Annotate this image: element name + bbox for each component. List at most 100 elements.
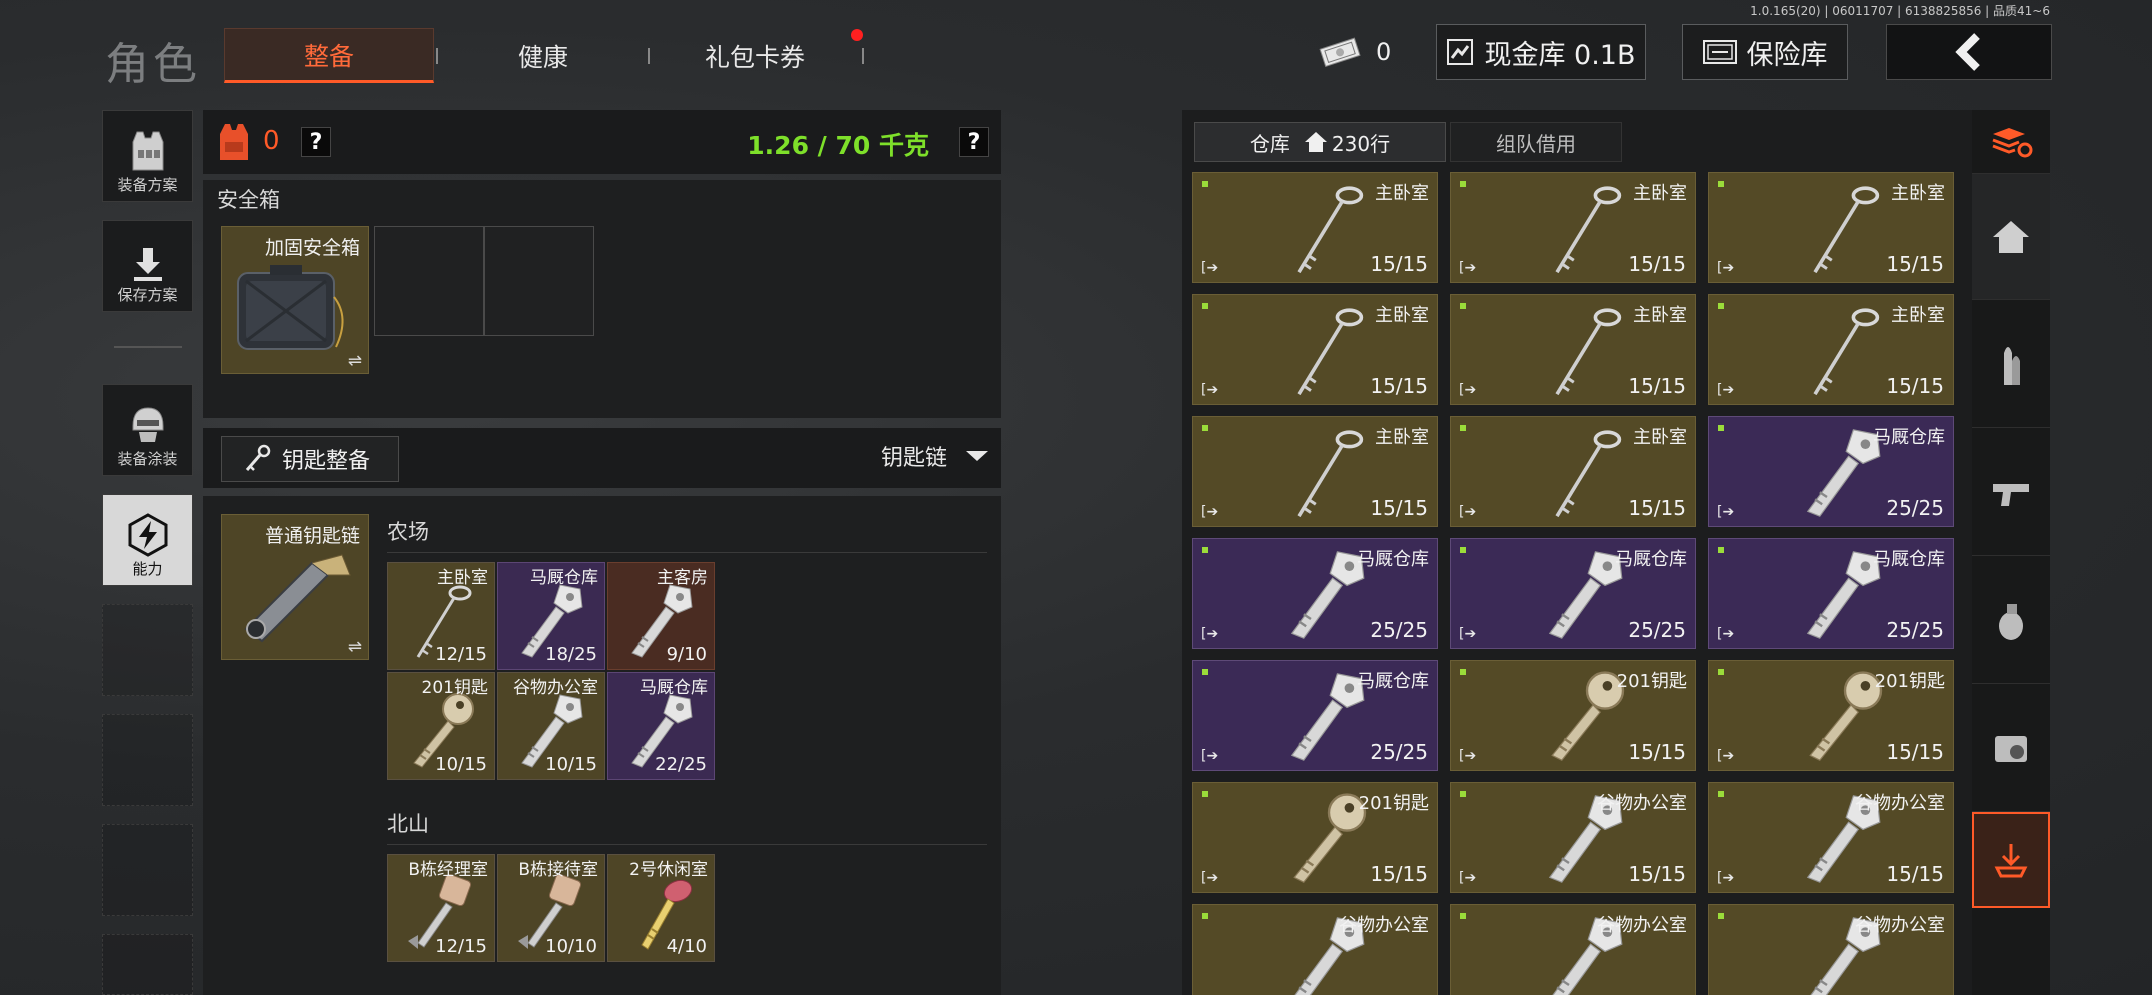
move-to-loadout-icon[interactable]: [➔ xyxy=(1717,504,1734,520)
move-to-loadout-icon[interactable]: [➔ xyxy=(1201,260,1218,276)
nav-abilities[interactable]: 能力 xyxy=(102,494,193,586)
warehouse-item[interactable]: 谷物办公室 xyxy=(1708,904,1954,995)
move-to-loadout-icon[interactable]: [➔ xyxy=(1717,260,1734,276)
key-loadout-button[interactable]: 钥匙整备 xyxy=(221,436,399,482)
warehouse-item[interactable]: 201钥匙 15/15 [➔ xyxy=(1708,660,1954,771)
new-indicator xyxy=(1202,181,1208,187)
key-icon xyxy=(1555,186,1622,274)
key-name: B栋经理室 xyxy=(408,860,488,880)
filter-all-button[interactable] xyxy=(1972,174,2050,300)
tab-gift-cards-label: 礼包卡券 xyxy=(704,42,805,72)
filter-ammo-button[interactable] xyxy=(1972,300,2050,428)
move-to-loadout-icon[interactable]: [➔ xyxy=(1717,870,1734,886)
nav-empty-slot xyxy=(102,824,193,916)
filter-throwables-button[interactable] xyxy=(1972,556,2050,684)
warehouse-item[interactable]: 马厩仓库 25/25 [➔ xyxy=(1708,538,1954,649)
empty-slot[interactable] xyxy=(374,226,484,336)
key-slot[interactable]: 2号休闲室 4/10 xyxy=(607,854,715,962)
filter-meds-button[interactable] xyxy=(1972,684,2050,812)
key-slot[interactable]: 马厩仓库 22/25 xyxy=(607,672,715,780)
safe-vault-button[interactable]: 保险库 xyxy=(1682,24,1848,80)
move-to-loadout-icon[interactable]: [➔ xyxy=(1459,260,1476,276)
key-icon xyxy=(1297,186,1364,274)
item-count: 15/15 xyxy=(1628,252,1686,276)
tab-storage[interactable]: 仓库 230行 xyxy=(1194,122,1446,162)
move-to-loadout-icon[interactable]: [➔ xyxy=(1459,504,1476,520)
key-group-title: 农场 xyxy=(387,520,429,544)
nav-equipment-skins[interactable]: 装备涂装 xyxy=(102,384,193,476)
tab-team-borrow[interactable]: 组队借用 xyxy=(1450,122,1622,162)
new-indicator xyxy=(1718,669,1724,675)
item-count: 15/15 xyxy=(1628,862,1686,886)
back-button[interactable] xyxy=(1886,24,2052,80)
swap-icon[interactable]: ⇌ xyxy=(348,637,362,657)
key-slot[interactable]: B栋经理室 12/15 xyxy=(387,854,495,962)
new-indicator xyxy=(1460,303,1466,309)
keychain-slot[interactable]: 普通钥匙链 ⇌ xyxy=(221,514,369,660)
warehouse-item[interactable]: 谷物办公室 xyxy=(1450,904,1696,995)
warehouse-item[interactable]: 主卧室 15/15 [➔ xyxy=(1450,294,1696,405)
warehouse-item[interactable]: 马厩仓库 25/25 [➔ xyxy=(1192,660,1438,771)
nav-save-plan[interactable]: 保存方案 xyxy=(102,220,193,312)
safebox-slot[interactable]: 加固安全箱 ⇌ xyxy=(221,226,369,374)
move-to-loadout-icon[interactable]: [➔ xyxy=(1201,748,1218,764)
key-slot[interactable]: 谷物办公室 10/15 xyxy=(497,672,605,780)
empty-slot[interactable] xyxy=(484,226,594,336)
warehouse-item[interactable]: 谷物办公室 15/15 [➔ xyxy=(1708,782,1954,893)
nav-loadout-plans[interactable]: 装备方案 xyxy=(102,110,193,202)
move-to-loadout-icon[interactable]: [➔ xyxy=(1717,626,1734,642)
move-to-loadout-icon[interactable]: [➔ xyxy=(1459,626,1476,642)
item-count: 15/15 xyxy=(1628,374,1686,398)
move-to-loadout-icon[interactable]: [➔ xyxy=(1459,870,1476,886)
move-to-loadout-icon[interactable]: [➔ xyxy=(1201,382,1218,398)
key-slot[interactable]: 主客房 9/10 xyxy=(607,562,715,670)
filter-keys-button[interactable] xyxy=(1972,812,2050,908)
key-slot[interactable]: 主卧室 12/15 xyxy=(387,562,495,670)
warehouse-item[interactable]: 主卧室 15/15 [➔ xyxy=(1450,172,1696,283)
key-icon xyxy=(1555,308,1622,396)
home-icon xyxy=(1304,132,1327,152)
safebox-section: 安全箱 加固安全箱 ⇌ xyxy=(203,180,1001,418)
warehouse-item[interactable]: 马厩仓库 25/25 [➔ xyxy=(1708,416,1954,527)
warehouse-item[interactable]: 主卧室 15/15 [➔ xyxy=(1708,172,1954,283)
key-name: 201钥匙 xyxy=(421,678,488,698)
move-to-loadout-icon[interactable]: [➔ xyxy=(1717,748,1734,764)
key-icon xyxy=(245,444,271,471)
cash-vault-label: 现金库 0.1B xyxy=(1484,39,1636,71)
meds-icon xyxy=(1995,735,2027,762)
weight-help-button[interactable]: ? xyxy=(959,127,989,157)
move-to-loadout-icon[interactable]: [➔ xyxy=(1201,626,1218,642)
warehouse-item[interactable]: 马厩仓库 25/25 [➔ xyxy=(1192,538,1438,649)
key-slot[interactable]: 201钥匙 10/15 xyxy=(387,672,495,780)
nav-label: 能力 xyxy=(132,560,163,578)
key-name: 马厩仓库 xyxy=(530,568,598,588)
warehouse-item[interactable]: 201钥匙 15/15 [➔ xyxy=(1192,782,1438,893)
key-slot[interactable]: B栋接待室 10/10 xyxy=(497,854,605,962)
warehouse-item[interactable]: 马厩仓库 25/25 [➔ xyxy=(1450,538,1696,649)
tab-gift-cards[interactable]: 礼包卡券 xyxy=(650,28,860,83)
tab-health[interactable]: 健康 xyxy=(438,28,648,83)
item-count: 25/25 xyxy=(1370,618,1428,642)
warehouse-item[interactable]: 谷物办公室 15/15 [➔ xyxy=(1450,782,1696,893)
warehouse-item[interactable]: 谷物办公室 xyxy=(1192,904,1438,995)
swap-icon[interactable]: ⇌ xyxy=(348,351,362,371)
filter-weapons-button[interactable] xyxy=(1972,428,2050,556)
move-to-loadout-icon[interactable]: [➔ xyxy=(1459,748,1476,764)
move-to-loadout-icon[interactable]: [➔ xyxy=(1201,504,1218,520)
sort-refresh-button[interactable] xyxy=(1972,110,2050,174)
warehouse-item[interactable]: 主卧室 15/15 [➔ xyxy=(1450,416,1696,527)
keychain-dropdown[interactable]: 钥匙链 xyxy=(881,440,989,472)
move-to-loadout-icon[interactable]: [➔ xyxy=(1717,382,1734,398)
warehouse-item[interactable]: 主卧室 15/15 [➔ xyxy=(1192,172,1438,283)
warehouse-item[interactable]: 201钥匙 15/15 [➔ xyxy=(1450,660,1696,771)
armor-help-button[interactable]: ? xyxy=(301,127,331,157)
key-slot[interactable]: 马厩仓库 18/25 xyxy=(497,562,605,670)
cash-vault-button[interactable]: 现金库 0.1B xyxy=(1436,24,1646,80)
warehouse-item[interactable]: 主卧室 15/15 [➔ xyxy=(1192,416,1438,527)
warehouse-item[interactable]: 主卧室 15/15 [➔ xyxy=(1708,294,1954,405)
new-indicator xyxy=(1460,913,1466,919)
move-to-loadout-icon[interactable]: [➔ xyxy=(1201,870,1218,886)
tab-equip[interactable]: 整备 xyxy=(224,28,434,83)
warehouse-item[interactable]: 主卧室 15/15 [➔ xyxy=(1192,294,1438,405)
move-to-loadout-icon[interactable]: [➔ xyxy=(1459,382,1476,398)
